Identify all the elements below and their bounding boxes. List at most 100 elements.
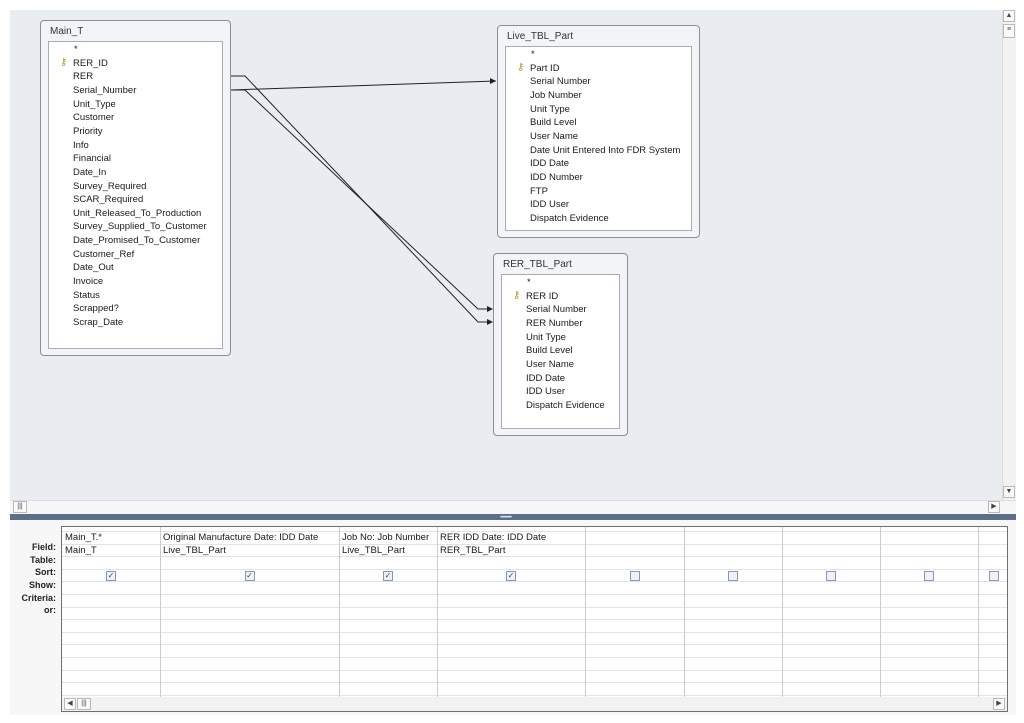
field-item[interactable]: Date_In — [73, 166, 106, 179]
grid-row-line — [62, 669, 1007, 671]
field-item[interactable]: * — [527, 276, 531, 289]
join-line-serial-live — [230, 80, 497, 91]
grid-column-divider[interactable] — [880, 527, 881, 697]
field-cell[interactable]: Job No: Job Number — [342, 532, 429, 543]
field-item[interactable]: IDD User — [526, 385, 565, 398]
field-item[interactable]: Date Unit Entered Into FDR System — [530, 144, 680, 157]
scroll-thumb[interactable]: ≡ — [1003, 24, 1015, 38]
table-title: Main_T — [50, 26, 84, 37]
field-item[interactable]: Status — [73, 289, 100, 302]
field-item[interactable]: Serial_Number — [73, 84, 136, 97]
field-item[interactable]: RER Number — [526, 317, 583, 330]
field-item[interactable]: Date_Promised_To_Customer — [73, 234, 200, 247]
field-item[interactable]: * — [531, 48, 535, 61]
grid-row-line — [62, 568, 1007, 570]
grid-column-divider[interactable] — [782, 527, 783, 697]
grid-column-divider[interactable] — [585, 527, 586, 697]
field-item[interactable]: FTP — [530, 185, 548, 198]
design-horizontal-scrollbar[interactable]: ||| ▶ — [10, 500, 1016, 514]
field-list[interactable]: * ⚷ Part ID Serial Number Job Number Unit Typ… — [505, 46, 692, 231]
scroll-down-icon[interactable]: ▼ — [1003, 486, 1015, 498]
field-item[interactable]: Invoice — [73, 275, 103, 288]
show-checkbox[interactable]: ✓ — [106, 571, 116, 581]
scroll-right-icon[interactable]: ▶ — [993, 698, 1005, 710]
table-live-tbl-part[interactable]: Live_TBL_Part * ⚷ Part ID Serial Number Job N… — [497, 25, 700, 238]
primary-key-icon: ⚷ — [517, 61, 525, 73]
row-label: Table: — [30, 554, 56, 565]
field-item[interactable]: Scrapped? — [73, 302, 119, 315]
field-item[interactable]: Serial Number — [526, 303, 587, 316]
field-item[interactable]: Dispatch Evidence — [530, 212, 609, 225]
table-cell[interactable]: RER_TBL_Part — [440, 545, 505, 556]
field-item[interactable]: Build Level — [530, 116, 576, 129]
field-cell[interactable]: Main_T.* — [65, 532, 102, 543]
field-list[interactable]: * ⚷ RER ID Serial Number RER Number Unit Type… — [501, 274, 620, 429]
design-vertical-scrollbar[interactable]: ▲ ≡ ▼ — [1002, 10, 1016, 500]
scroll-up-icon[interactable]: ▲ — [1003, 10, 1015, 22]
grid-row-line — [62, 657, 1007, 658]
scroll-right-icon[interactable]: ▶ — [988, 501, 1000, 513]
field-item[interactable]: SCAR_Required — [73, 193, 143, 206]
grid-horizontal-scrollbar[interactable]: ◀ ||| ▶ — [61, 697, 1008, 712]
row-label: Sort: — [35, 567, 56, 577]
field-item[interactable]: Part ID — [530, 62, 560, 75]
field-item[interactable]: Customer — [73, 111, 114, 124]
field-item[interactable]: * — [74, 43, 78, 56]
field-item[interactable]: Survey_Supplied_To_Customer — [73, 220, 207, 233]
row-label: or: — [44, 605, 56, 615]
field-item[interactable]: User Name — [530, 130, 578, 143]
scroll-thumb[interactable]: ||| — [77, 698, 91, 710]
table-cell[interactable]: Live_TBL_Part — [342, 545, 405, 556]
primary-key-icon: ⚷ — [513, 289, 521, 301]
field-item[interactable]: Unit_Released_To_Production — [73, 207, 201, 220]
field-item[interactable]: IDD Number — [530, 171, 583, 184]
scroll-thumb[interactable]: ||| — [13, 501, 27, 513]
show-checkbox[interactable]: ✓ — [506, 571, 516, 581]
field-item[interactable]: Customer_Ref — [73, 248, 134, 261]
field-item[interactable]: IDD Date — [526, 372, 565, 385]
show-checkbox[interactable] — [728, 571, 738, 581]
field-item[interactable]: RER — [73, 70, 93, 83]
query-design-grid[interactable]: Main_T.* Main_T ✓ Original Manufacture Date… — [61, 526, 1008, 698]
field-item[interactable]: Info — [73, 139, 89, 152]
field-item[interactable]: IDD Date — [530, 157, 569, 170]
field-list[interactable]: * ⚷ RER_ID RER Serial_Number Unit_Type Custome… — [48, 41, 223, 349]
field-item[interactable]: Survey_Required — [73, 180, 146, 193]
field-item[interactable]: Unit Type — [530, 103, 570, 116]
field-item[interactable]: Job Number — [530, 89, 582, 102]
field-cell[interactable]: Original Manufacture Date: IDD Date — [163, 532, 318, 543]
grid-column-divider[interactable] — [160, 527, 161, 697]
field-item[interactable]: Build Level — [526, 344, 572, 357]
show-checkbox[interactable] — [826, 571, 836, 581]
field-item[interactable]: RER_ID — [73, 57, 108, 70]
field-item[interactable]: IDD User — [530, 198, 569, 211]
row-label: Show: — [29, 580, 56, 590]
show-checkbox[interactable] — [924, 571, 934, 581]
grid-column-divider[interactable] — [684, 527, 685, 697]
field-item[interactable]: Serial Number — [530, 75, 591, 88]
show-checkbox[interactable] — [629, 571, 640, 581]
field-cell[interactable]: RER IDD Date: IDD Date — [440, 532, 546, 543]
show-checkbox[interactable]: ✓ — [244, 571, 255, 581]
field-item[interactable]: Priority — [73, 125, 103, 138]
grid-row-line — [62, 619, 1007, 621]
field-item[interactable]: Unit Type — [526, 331, 566, 344]
grid-column-divider[interactable] — [339, 527, 340, 697]
table-cell[interactable]: Live_TBL_Part — [163, 545, 226, 556]
field-item[interactable]: Unit_Type — [73, 98, 116, 111]
table-title: RER_TBL_Part — [503, 259, 572, 270]
field-item[interactable]: User Name — [526, 358, 574, 371]
show-checkbox[interactable] — [988, 571, 999, 581]
field-item[interactable]: Dispatch Evidence — [526, 399, 605, 412]
field-item[interactable]: RER ID — [526, 290, 558, 303]
table-cell[interactable]: Main_T — [65, 545, 97, 556]
field-item[interactable]: Scrap_Date — [73, 316, 123, 329]
grid-column-divider[interactable] — [437, 527, 438, 697]
table-rer-tbl-part[interactable]: RER_TBL_Part * ⚷ RER ID Serial Number RER Num… — [493, 253, 628, 436]
table-main-t[interactable]: Main_T * ⚷ RER_ID RER Serial_Number Unit_Type C… — [40, 20, 231, 356]
scroll-left-icon[interactable]: ◀ — [64, 698, 76, 710]
field-item[interactable]: Financial — [73, 152, 111, 165]
grid-column-divider[interactable] — [978, 527, 979, 697]
field-item[interactable]: Date_Out — [73, 261, 114, 274]
show-checkbox[interactable]: ✓ — [383, 571, 393, 581]
